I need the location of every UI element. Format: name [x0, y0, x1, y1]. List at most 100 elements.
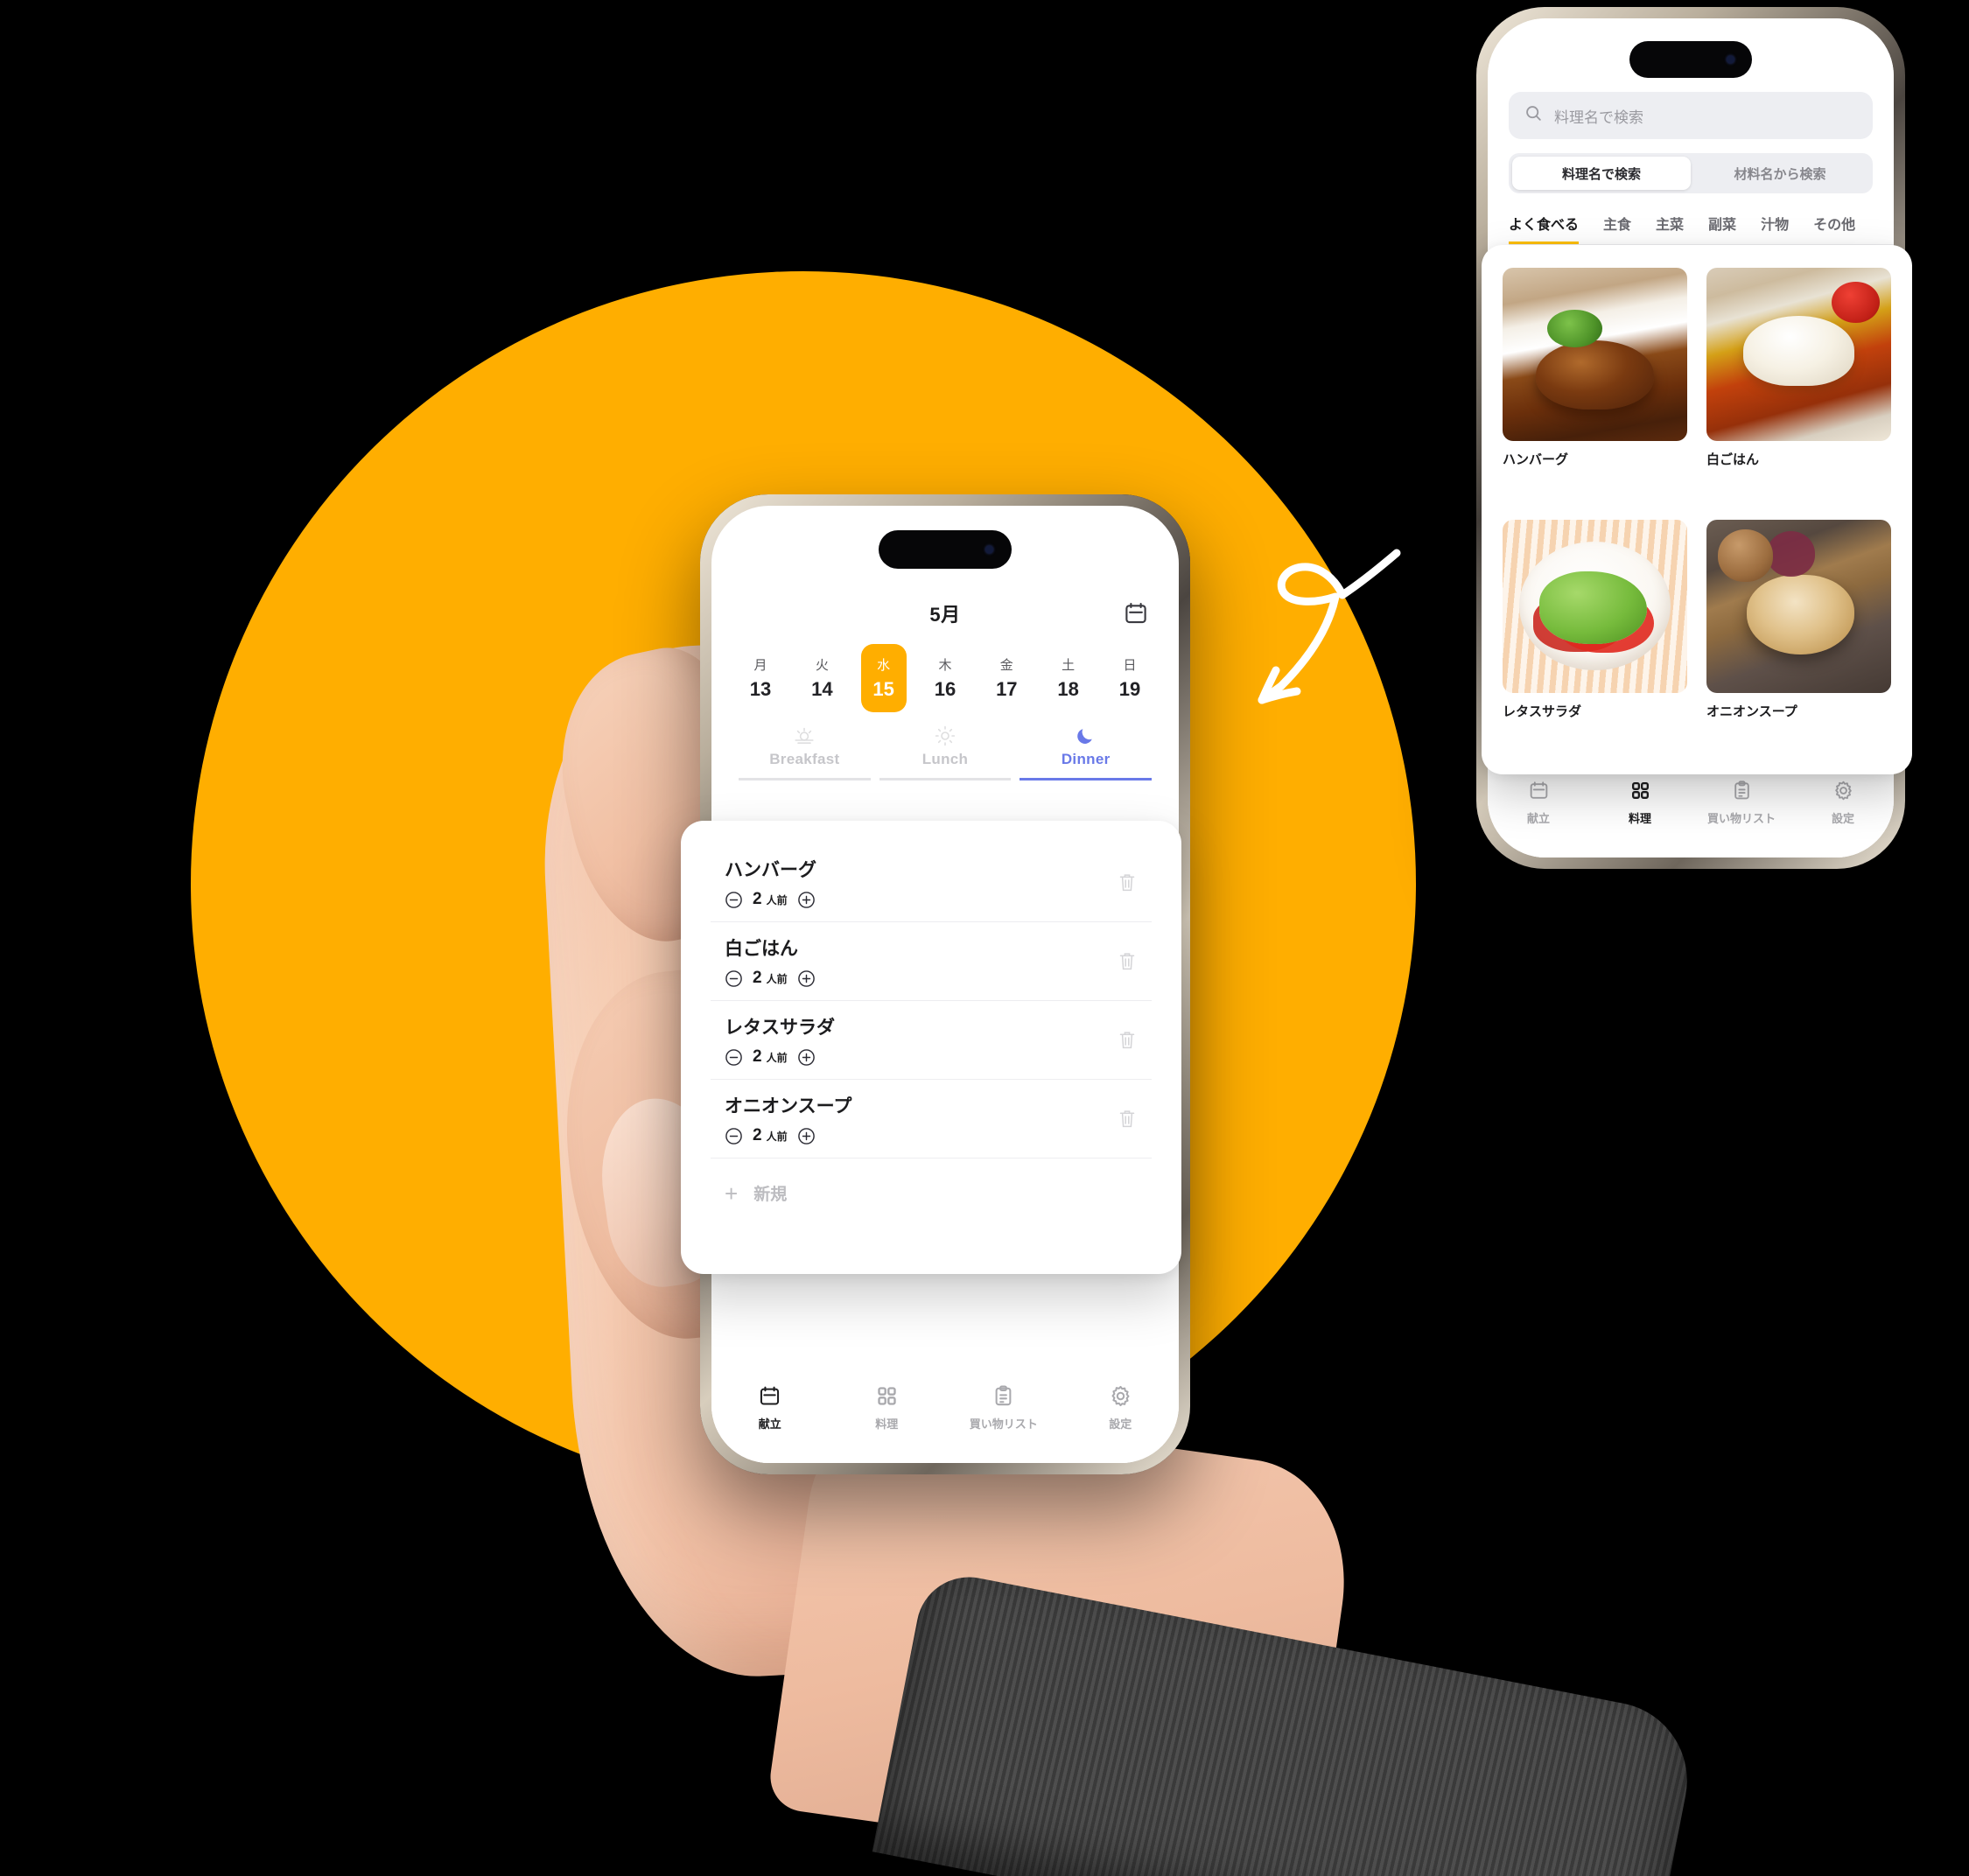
minus-circle-icon[interactable] [725, 891, 743, 909]
trash-icon[interactable] [1117, 872, 1138, 894]
meal-name: オニオンスープ [725, 1096, 852, 1116]
grid-icon [873, 1382, 900, 1409]
plus-circle-icon[interactable] [797, 891, 816, 909]
minus-circle-icon[interactable] [725, 1048, 743, 1067]
quantity-unit: 人前 [766, 1051, 788, 1064]
grid-icon [1627, 777, 1653, 803]
meal-name: 白ごはん [725, 939, 798, 959]
quantity-value: 2 [753, 1126, 762, 1144]
day-of-week-label: 木 [938, 658, 952, 673]
search-input[interactable]: 料理名で検索 [1509, 92, 1873, 139]
nav-item-ryori[interactable]: 料理 [829, 1382, 946, 1432]
quantity-stepper: 2 人前 [725, 890, 1152, 909]
meal-list-item[interactable]: オニオンスープ 2 人前 [711, 1080, 1152, 1158]
add-new-meal-button[interactable]: + 新規 [711, 1158, 1152, 1205]
nav-item-ryori[interactable]: 料理 [1589, 777, 1691, 826]
category-tab-side-dish[interactable]: 副菜 [1708, 213, 1736, 244]
meal-time-tabs: Breakfast Lunch Dinner [711, 724, 1179, 780]
tab-dinner[interactable]: Dinner [1020, 724, 1153, 780]
meal-name: ハンバーグ [725, 860, 816, 880]
quantity-value: 2 [753, 1047, 762, 1066]
nav-item-settings[interactable]: 設定 [1062, 1382, 1180, 1432]
search-placeholder: 料理名で検索 [1554, 108, 1643, 126]
plus-circle-icon[interactable] [797, 1127, 816, 1145]
nav-item-settings[interactable]: 設定 [1792, 777, 1894, 826]
meal-list-item[interactable]: ハンバーグ 2 人前 [711, 844, 1152, 922]
day-cell-tue[interactable]: 火 14 [799, 644, 844, 712]
meal-list-card: ハンバーグ 2 人前 白ごはん 2 人前 レタスサラダ 2 人前 オニオンスープ… [681, 821, 1181, 1274]
day-number-label: 17 [996, 678, 1018, 700]
segment-by-ingredient-name[interactable]: 材料名から検索 [1691, 157, 1869, 190]
day-cell-sun[interactable]: 日 19 [1107, 644, 1153, 712]
segment-by-dish-name[interactable]: 料理名で検索 [1512, 157, 1691, 190]
dish-card-item[interactable]: ハンバーグ [1503, 268, 1687, 500]
dish-card-item[interactable]: 白ごはん [1706, 268, 1891, 500]
day-cell-sat[interactable]: 土 18 [1046, 644, 1091, 712]
curved-arrow-icon [1223, 523, 1425, 724]
segment-label: 料理名で検索 [1561, 166, 1641, 182]
category-tab-main-dish[interactable]: 主菜 [1656, 213, 1684, 244]
dish-card-item[interactable]: レタスサラダ [1503, 519, 1687, 752]
minus-circle-icon[interactable] [725, 970, 743, 988]
tab-breakfast[interactable]: Breakfast [739, 724, 871, 780]
trash-icon[interactable] [1117, 1029, 1138, 1052]
trash-icon[interactable] [1117, 950, 1138, 973]
plus-circle-icon[interactable] [797, 970, 816, 988]
nav-item-kondate[interactable]: 献立 [711, 1382, 829, 1432]
day-cell-wed-selected[interactable]: 水 15 [860, 644, 907, 712]
day-of-week-label: 金 [999, 658, 1013, 673]
minus-circle-icon[interactable] [725, 1127, 743, 1145]
sun-icon [934, 724, 956, 747]
front-camera-lens [984, 545, 993, 554]
day-cell-fri[interactable]: 金 17 [984, 644, 1029, 712]
gear-icon [1107, 1382, 1133, 1409]
onion-soup-photo [1706, 519, 1891, 693]
screenshot-stage: 5月 月 13 火 14 水 15 木 16 金 17 土 18 日 19 Br… [0, 0, 1969, 1876]
category-tab-bar: よく食べる 主食 主菜 副菜 汁物 その他 [1509, 213, 1894, 245]
calendar-icon [1525, 777, 1552, 803]
quantity-value: 2 [753, 969, 762, 987]
sunrise-icon [793, 724, 816, 747]
dynamic-island [879, 530, 1012, 569]
calendar-icon[interactable] [1123, 600, 1149, 626]
dish-name: レタスサラダ [1503, 704, 1582, 719]
gear-icon [1830, 777, 1856, 803]
plus-circle-icon[interactable] [797, 1048, 816, 1067]
meal-list-item[interactable]: 白ごはん 2 人前 [711, 922, 1152, 1001]
calendar-icon [757, 1382, 783, 1409]
tab-label: Breakfast [769, 751, 840, 767]
moon-icon [1075, 724, 1097, 747]
day-of-week-label: 水 [877, 658, 891, 673]
dish-card-item[interactable]: オニオンスープ [1706, 519, 1891, 752]
quantity-unit: 人前 [766, 893, 788, 906]
category-tab-other[interactable]: その他 [1813, 213, 1855, 244]
tab-lunch[interactable]: Lunch [879, 724, 1012, 780]
category-tab-staple[interactable]: 主食 [1603, 213, 1631, 244]
quantity-stepper: 2 人前 [725, 1047, 1152, 1067]
day-cell-mon[interactable]: 月 13 [738, 644, 783, 712]
day-of-week-label: 土 [1062, 658, 1076, 673]
nav-item-kondate[interactable]: 献立 [1488, 777, 1589, 826]
trash-icon[interactable] [1117, 1108, 1138, 1130]
segment-label: 材料名から検索 [1734, 166, 1826, 182]
category-tab-frequent[interactable]: よく食べる [1509, 213, 1580, 244]
week-strip: 月 13 火 14 水 15 木 16 金 17 土 18 日 19 [711, 640, 1179, 712]
meal-list-item[interactable]: レタスサラダ 2 人前 [711, 1001, 1152, 1080]
dynamic-island [1629, 41, 1752, 78]
nav-label: 料理 [875, 1418, 899, 1431]
category-tab-soup[interactable]: 汁物 [1761, 213, 1789, 244]
tab-label: Dinner [1061, 751, 1111, 767]
quantity-unit: 人前 [766, 972, 788, 985]
tab-label: Lunch [921, 751, 969, 767]
nav-label: 買い物リスト [1706, 812, 1776, 825]
lettuce-salad-photo [1503, 519, 1687, 693]
plus-icon: + [725, 1180, 739, 1207]
nav-item-shopping-list[interactable]: 買い物リスト [1691, 777, 1792, 826]
nav-item-shopping-list[interactable]: 買い物リスト [945, 1382, 1062, 1432]
day-cell-thu[interactable]: 木 16 [922, 644, 968, 712]
day-number-label: 13 [749, 678, 772, 700]
add-new-label: 新規 [753, 1186, 788, 1204]
search-section: 料理名で検索 [1509, 92, 1873, 139]
search-icon [1524, 104, 1543, 127]
day-number-label: 15 [872, 678, 894, 700]
